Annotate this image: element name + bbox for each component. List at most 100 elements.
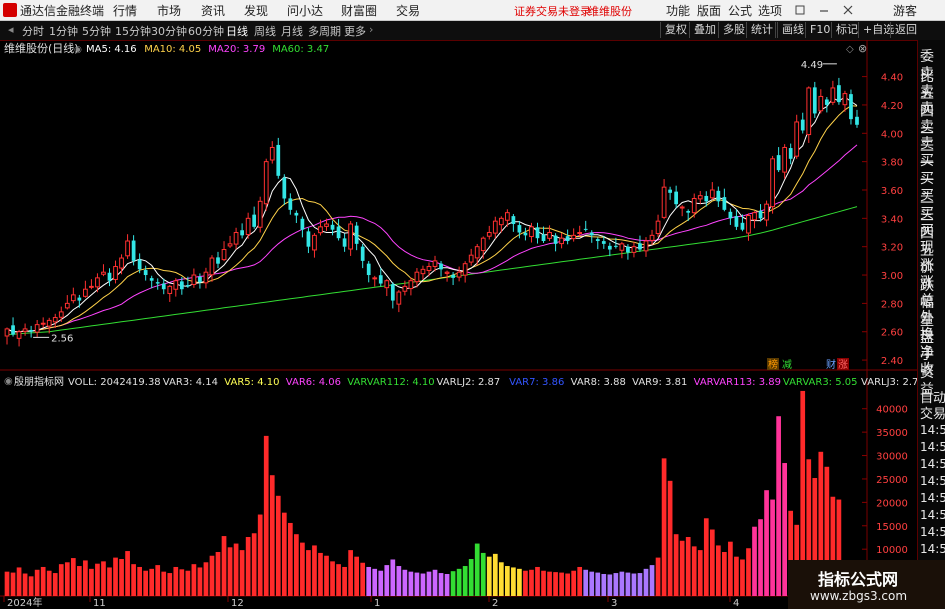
candle-body[interactable] (439, 263, 443, 270)
volume-bar[interactable] (342, 566, 347, 596)
volume-bar[interactable] (378, 570, 384, 596)
volume-bar[interactable] (209, 555, 215, 596)
menu-hangqing[interactable]: 行情 (113, 2, 137, 19)
volume-bar[interactable] (722, 551, 727, 596)
candle-body[interactable] (709, 189, 715, 199)
candle-body[interactable] (216, 257, 220, 264)
candle-body[interactable] (185, 285, 190, 287)
period-30min[interactable]: 30分钟 (151, 23, 187, 39)
candle-body[interactable] (764, 203, 769, 221)
volume-bar[interactable] (28, 576, 34, 596)
candle-body[interactable] (29, 329, 33, 332)
volume-bar[interactable] (462, 566, 468, 596)
candle-body[interactable] (740, 222, 745, 230)
candle-body[interactable] (276, 144, 281, 176)
candle-body[interactable] (842, 93, 848, 106)
volume-bar[interactable] (649, 565, 655, 596)
period-weekly[interactable]: 周线 (254, 23, 276, 39)
candle-body[interactable] (155, 282, 160, 284)
volume-bar[interactable] (420, 573, 426, 596)
candle-body[interactable] (318, 226, 323, 234)
volume-bar[interactable] (547, 571, 552, 596)
volume-bar[interactable] (438, 573, 444, 596)
candle-body[interactable] (131, 240, 136, 261)
user-guest[interactable]: 游客 (893, 2, 917, 19)
candle-body[interactable] (776, 155, 781, 171)
candle-body[interactable] (661, 186, 667, 218)
candle-body[interactable] (674, 191, 679, 205)
tag-zhang[interactable]: 涨 (838, 359, 848, 371)
menu-shichang[interactable]: 市场 (157, 2, 181, 19)
candle-body[interactable] (354, 225, 359, 244)
volume-bar[interactable] (384, 565, 390, 596)
candle-body[interactable] (486, 232, 492, 237)
volume-bar[interactable] (480, 552, 486, 596)
candle-body[interactable] (300, 218, 305, 230)
volume-bar[interactable] (764, 490, 769, 596)
candle-body[interactable] (734, 216, 739, 227)
volume-bar[interactable] (661, 458, 667, 596)
volume-bar[interactable] (185, 570, 191, 596)
candle-body[interactable] (782, 146, 788, 173)
volume-bar[interactable] (468, 559, 474, 596)
collapse-icon[interactable]: ◂ (8, 23, 14, 36)
volume-bar[interactable] (715, 545, 721, 596)
candle-body[interactable] (161, 283, 166, 290)
volume-bar[interactable] (52, 573, 58, 596)
volume-bar[interactable] (306, 550, 311, 596)
candle-body[interactable] (52, 317, 58, 323)
trade-login-alert[interactable]: 证券交易未登录 (514, 3, 591, 19)
volume-bar[interactable] (643, 568, 649, 596)
volume-bar[interactable] (221, 536, 227, 596)
candle-body[interactable] (378, 275, 383, 284)
candle-body[interactable] (269, 146, 275, 161)
candle-body[interactable] (511, 216, 516, 225)
volume-bar[interactable] (191, 564, 197, 596)
volume-bar[interactable] (89, 568, 94, 596)
more-dropdown-icon[interactable]: › (369, 23, 373, 36)
candle-body[interactable] (149, 278, 154, 281)
volume-bar[interactable] (179, 569, 185, 596)
volume-bar[interactable] (77, 566, 82, 596)
volume-bar[interactable] (444, 573, 450, 596)
volume-bar[interactable] (354, 556, 359, 596)
candle-body[interactable] (384, 280, 390, 289)
candle-body[interactable] (565, 236, 570, 242)
candle-body[interactable] (198, 276, 202, 283)
candle-body[interactable] (451, 274, 455, 278)
volume-bar[interactable] (631, 573, 637, 596)
candle-body[interactable] (752, 212, 757, 221)
volume-bar[interactable] (486, 556, 492, 596)
candle-body[interactable] (462, 263, 468, 276)
candle-body[interactable] (686, 210, 691, 213)
candle-body[interactable] (372, 277, 378, 280)
candle-body[interactable] (83, 288, 88, 297)
volume-bar[interactable] (746, 548, 751, 596)
volume-bar[interactable] (245, 537, 251, 596)
volume-bar[interactable] (583, 569, 589, 596)
volume-bar[interactable] (125, 551, 130, 596)
candle-body[interactable] (107, 272, 112, 281)
btn-fanhui[interactable]: 返回 (890, 22, 921, 38)
period-1min[interactable]: 1分钟 (49, 23, 78, 39)
volume-bar[interactable] (4, 571, 10, 596)
candle-body[interactable] (203, 271, 209, 284)
btn-diejia[interactable]: 叠加 (689, 22, 720, 38)
volume-bar[interactable] (703, 518, 709, 596)
candle-body[interactable] (559, 237, 564, 245)
candle-body[interactable] (529, 226, 534, 238)
volume-bar[interactable] (348, 550, 353, 596)
volume-bar[interactable] (776, 416, 781, 596)
candle-body[interactable] (456, 271, 462, 278)
candle-body[interactable] (492, 220, 498, 234)
candle-body[interactable] (306, 231, 311, 247)
volume-bar[interactable] (215, 551, 221, 596)
volume-bar[interactable] (697, 550, 703, 596)
volume-bar[interactable] (318, 552, 323, 596)
volume-bar[interactable] (456, 568, 462, 596)
candle-body[interactable] (396, 291, 402, 305)
close-icon[interactable] (843, 5, 853, 15)
candle-body[interactable] (22, 328, 28, 332)
volume-bar[interactable] (619, 571, 625, 596)
volume-bar[interactable] (263, 435, 269, 596)
